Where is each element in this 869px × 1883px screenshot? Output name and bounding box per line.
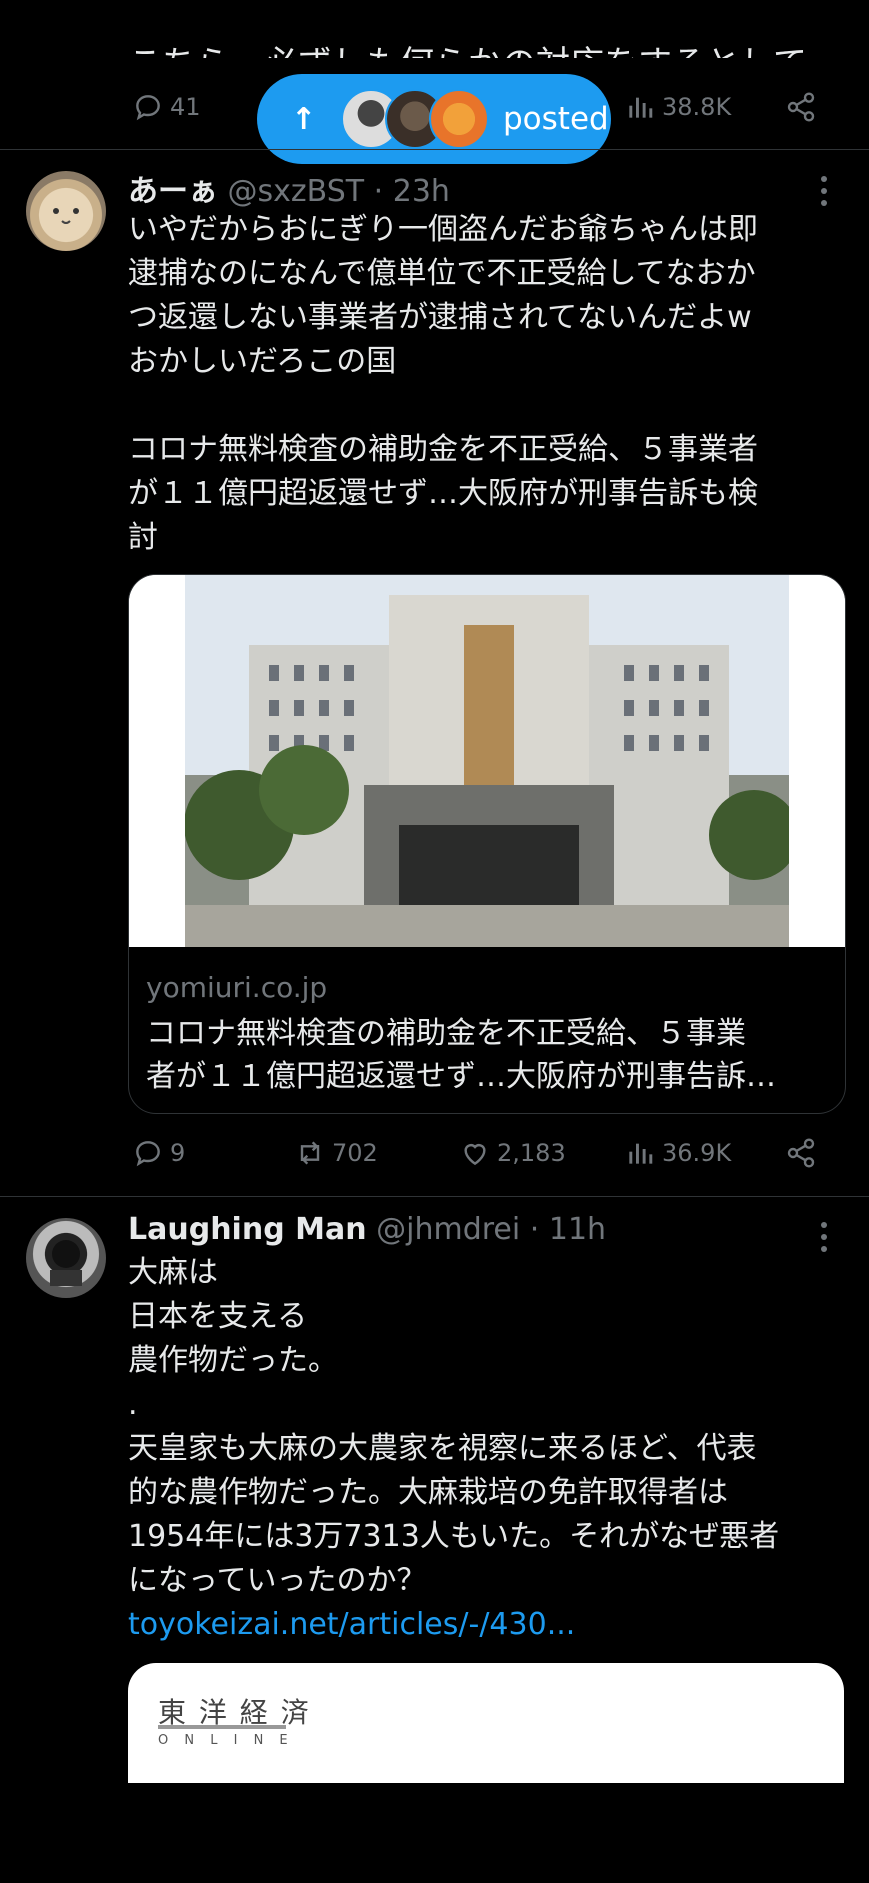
avatar	[429, 89, 489, 149]
display-name[interactable]: Laughing Man	[128, 1212, 367, 1247]
tweet-text: 大麻は 日本を支える 農作物だった。 . 天皇家も大麻の大農家を視察に来るほど、…	[128, 1251, 828, 1647]
reply-button[interactable]: 41	[132, 91, 201, 123]
card-logo-rule	[158, 1725, 286, 1729]
card-domain: yomiuri.co.jp	[146, 971, 328, 1004]
handle[interactable]: @jhmdrei	[376, 1212, 520, 1247]
bottom-band	[0, 1784, 869, 1883]
tweet-text-line: になっていったのか？	[128, 1563, 427, 1598]
tweet-header: あーぁ @sxzBST · 23h	[128, 166, 450, 210]
like-icon	[464, 1144, 486, 1166]
reply-icon	[136, 1141, 160, 1167]
tweet-text-line: 的な農作物だった。大麻栽培の免許取得者は	[128, 1475, 728, 1510]
posted-avatars	[341, 89, 491, 149]
reply-button[interactable]: 9	[132, 1137, 185, 1169]
reply-icon	[136, 95, 160, 121]
divider	[0, 149, 869, 150]
avatar[interactable]	[26, 1218, 106, 1298]
tweet-text-line: おかしいだろこの国	[128, 344, 397, 379]
tweet-text-line: 農作物だった。	[128, 1343, 338, 1378]
tweet-header: Laughing Man @jhmdrei · 11h	[128, 1212, 606, 1247]
views-count: 38.8K	[662, 93, 732, 121]
views-button[interactable]: 38.8K	[624, 91, 731, 123]
card-image	[129, 575, 845, 947]
top-tweet-cut-text: こちら、必ずしも何らかの対応をするとしても	[128, 28, 828, 58]
tweet-text-line: 1954年には3万7313人もいた。それがなぜ悪者	[128, 1519, 780, 1554]
tweet-text-line: いやだからおにぎり一個盗んだお爺ちゃんは即	[128, 212, 758, 247]
tweet-text-line: .	[128, 1387, 138, 1422]
laughing-man-avatar-image	[50, 1240, 82, 1286]
display-name[interactable]: あーぁ	[128, 174, 218, 209]
handle[interactable]: @sxzBST	[228, 174, 365, 209]
divider	[0, 1196, 869, 1197]
like-count: 2,183	[497, 1139, 566, 1167]
tweet-text-line	[128, 384, 828, 428]
share-button[interactable]	[785, 1137, 817, 1169]
tweet-text-line: つ返還しない事業者が逮捕されてないんだよw	[128, 300, 752, 335]
link-card[interactable]: 東 洋 経 済 O N L I N E	[128, 1663, 844, 1783]
repost-icon	[300, 1141, 320, 1165]
tweet-text-line: 討	[128, 520, 158, 555]
card-meta: yomiuri.co.jp コロナ無料検査の補助金を不正受給、５事業 者が１１億…	[129, 947, 845, 1098]
separator: ·	[529, 1212, 540, 1247]
tweet-text-line: コロナ無料検査の補助金を不正受給、５事業者	[128, 432, 758, 467]
share-icon	[787, 92, 815, 122]
repost-count: 702	[332, 1139, 378, 1167]
cat-avatar-image	[53, 208, 79, 224]
tweet-text-line: 日本を支える	[128, 1299, 308, 1334]
avatar[interactable]	[26, 171, 106, 251]
share-icon	[787, 1138, 815, 1168]
reply-count: 9	[170, 1139, 186, 1167]
views-count: 36.9K	[662, 1139, 732, 1167]
building-photo	[129, 575, 845, 947]
tweet-text: いやだからおにぎり一個盗んだお爺ちゃんは即 逮捕なのになんで億単位で不正受給して…	[128, 208, 828, 560]
reply-count: 41	[170, 93, 201, 121]
posted-label: posted	[503, 101, 609, 137]
separator: ·	[373, 174, 384, 209]
tweet-text-line: 逮捕なのになんで億単位で不正受給してなおか	[128, 256, 756, 291]
more-icon[interactable]	[821, 1222, 829, 1252]
tweet-text-line: が１１億円超返還せず…大阪府が刑事告訴も検	[128, 476, 758, 511]
like-button[interactable]: 2,183	[459, 1137, 566, 1169]
repost-button[interactable]: 702	[294, 1137, 378, 1169]
new-posts-pill[interactable]: ↑ posted	[257, 74, 611, 164]
link-card[interactable]: yomiuri.co.jp コロナ無料検査の補助金を不正受給、５事業 者が１１億…	[128, 574, 846, 1114]
more-icon[interactable]	[821, 176, 829, 206]
tweet-text-line: 天皇家も大麻の大農家を視察に来るほど、代表	[128, 1431, 757, 1466]
views-icon	[629, 97, 653, 118]
card-logo-bottom: O N L I N E	[158, 1733, 294, 1748]
timestamp[interactable]: 23h	[393, 174, 450, 209]
views-button[interactable]: 36.9K	[624, 1137, 731, 1169]
tweet-link[interactable]: toyokeizai.net/articles/-/430...	[128, 1603, 828, 1647]
share-button[interactable]	[785, 91, 817, 123]
timestamp[interactable]: 11h	[549, 1212, 606, 1247]
arrow-up-icon: ↑	[291, 101, 317, 137]
card-title-line: コロナ無料検査の補助金を不正受給、５事業	[146, 1016, 746, 1051]
views-icon	[629, 1143, 653, 1164]
card-title-line: 者が１１億円超返還せず…大阪府が刑事告訴…	[146, 1059, 776, 1094]
tweet-text-line: 大麻は	[128, 1255, 218, 1290]
